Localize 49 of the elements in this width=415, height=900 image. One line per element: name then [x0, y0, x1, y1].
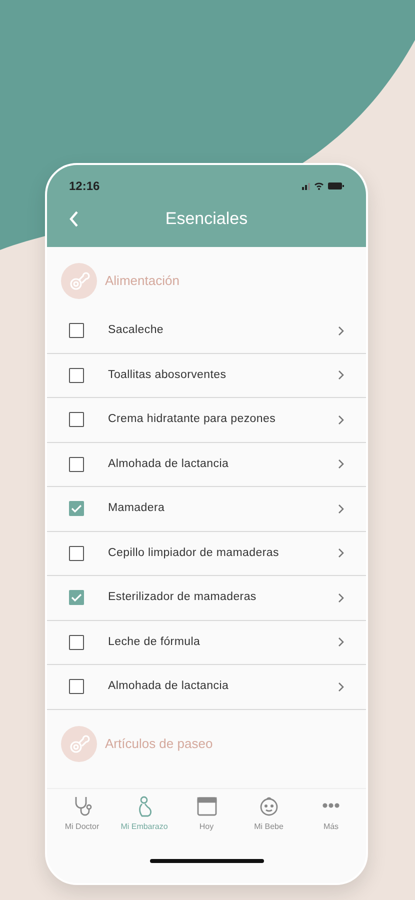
- checkbox[interactable]: [69, 546, 84, 561]
- baby-face-icon: [258, 795, 280, 817]
- tab[interactable]: Más: [300, 795, 362, 833]
- chevron-right-icon: [338, 637, 344, 648]
- list-item[interactable]: Leche de fórmula: [47, 620, 366, 665]
- checkbox[interactable]: [69, 412, 84, 428]
- list-item[interactable]: Almohada de lactancia: [47, 442, 366, 487]
- chevron-right-icon: [338, 682, 344, 692]
- screen-title: Esenciales: [165, 208, 248, 230]
- list-item[interactable]: Esterilizador de mamaderas: [47, 576, 366, 620]
- chevron-right-icon: [338, 459, 344, 470]
- item-label: Leche de fórmula: [108, 634, 202, 650]
- item-label: Cepillo limpiador de mamaderas: [108, 546, 280, 561]
- pacifier-icon: [61, 263, 97, 299]
- list-item[interactable]: Toallitas abosorventes: [47, 354, 366, 398]
- calendar-icon: [196, 795, 218, 817]
- back-icon[interactable]: [69, 211, 79, 227]
- item-label: Crema hidratante para pezones: [108, 412, 277, 428]
- section-title: Alimentación: [105, 272, 180, 290]
- item-label: Esterilizador de mamaderas: [108, 590, 258, 606]
- item-label: Almohada de lactancia: [108, 679, 230, 694]
- chevron-right-icon: [338, 504, 344, 514]
- checkbox[interactable]: [69, 456, 84, 472]
- chevron-right-icon: [338, 592, 344, 603]
- checkbox[interactable]: [69, 368, 84, 383]
- checkbox[interactable]: [69, 501, 84, 516]
- chevron-right-icon: [338, 370, 344, 380]
- pacifier-icon: [61, 726, 97, 762]
- chevron-right-icon: [338, 414, 344, 425]
- item-label: Toallitas abosorventes: [108, 368, 228, 383]
- chevron-right-icon: [338, 326, 344, 336]
- list-item[interactable]: Sacaleche: [47, 309, 366, 354]
- list-item[interactable]: Mamadera: [47, 487, 366, 532]
- chevron-right-icon: [338, 548, 344, 558]
- checkbox[interactable]: [69, 679, 84, 694]
- item-label: Sacaleche: [108, 323, 165, 338]
- section-title: Artículos de paseo: [105, 734, 213, 753]
- list-item[interactable]: Crema hidratante para pezones: [47, 398, 366, 442]
- status-icons: [302, 181, 344, 191]
- checkbox[interactable]: [69, 634, 84, 650]
- list-item[interactable]: Cepillo limpiador de mamaderas: [47, 532, 366, 576]
- list-item[interactable]: Almohada de lactancia: [47, 665, 366, 710]
- tab[interactable]: Mi Doctor: [51, 795, 113, 833]
- status-time: 12:16: [69, 178, 100, 195]
- more-icon: [322, 803, 340, 808]
- item-label: Almohada de lactancia: [108, 456, 230, 472]
- checkbox[interactable]: [69, 323, 84, 338]
- item-label: Mamadera: [108, 501, 166, 516]
- checkbox[interactable]: [69, 590, 84, 606]
